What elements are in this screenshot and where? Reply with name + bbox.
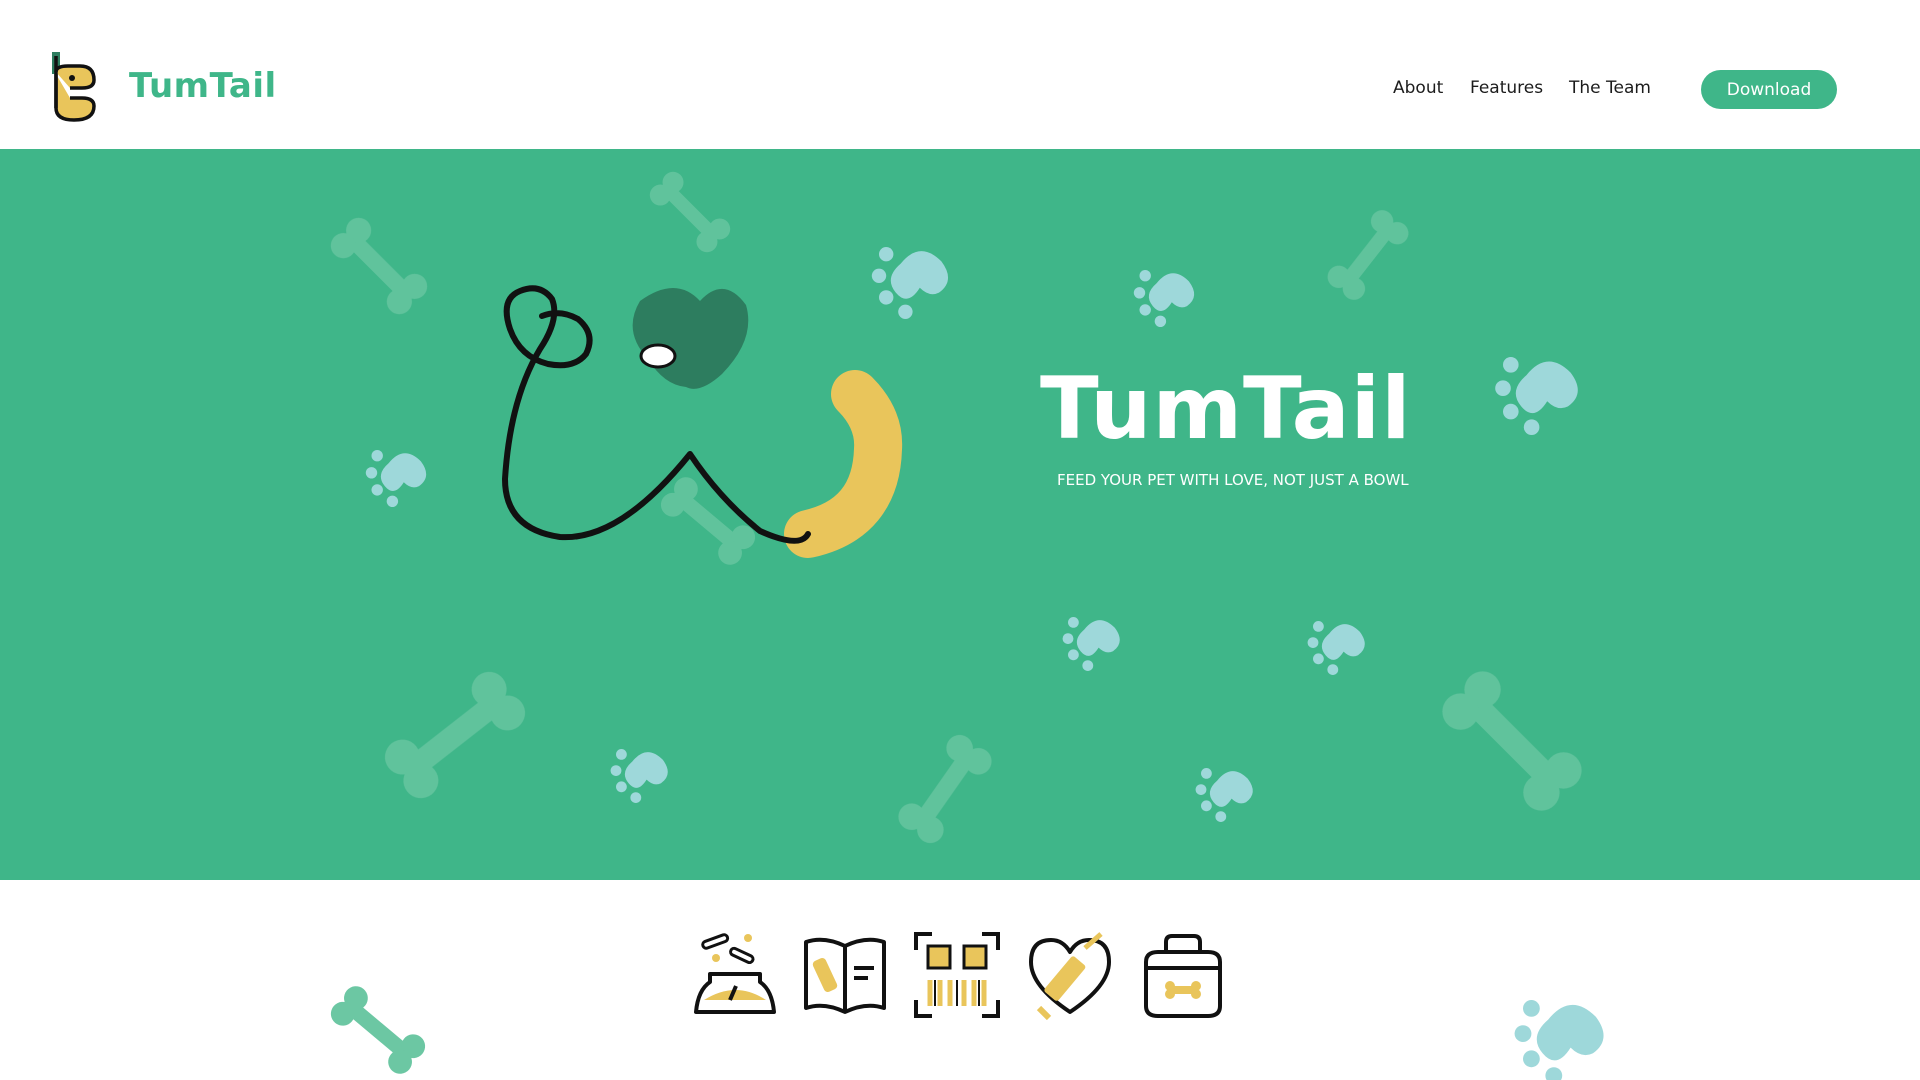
hero-title: TumTail	[1040, 359, 1412, 459]
paw-icon	[1495, 357, 1578, 435]
bone-icon	[893, 729, 997, 849]
food-bowl-icon[interactable]	[690, 930, 780, 1020]
recipe-book-icon[interactable]	[800, 930, 890, 1020]
paw-icon	[1195, 768, 1253, 822]
nav-features[interactable]: Features	[1470, 78, 1543, 98]
paw-icon	[871, 247, 949, 319]
paw-icon	[1062, 617, 1120, 671]
paw-icon	[1133, 270, 1195, 327]
bone-icon	[645, 167, 735, 257]
paw-icon	[1514, 1000, 1604, 1080]
qr-code-scan-icon[interactable]	[912, 930, 1002, 1020]
paw-icon	[365, 450, 427, 507]
pet-carrier-icon[interactable]	[1138, 930, 1228, 1020]
nav-about[interactable]: About	[1393, 78, 1443, 98]
site-header: TumTail About Features The Team Download	[0, 0, 1920, 149]
hero-section: TumTail FEED YOUR PET WITH LOVE, NOT JUS…	[0, 149, 1920, 880]
tumtail-dog-logo-icon[interactable]	[50, 52, 100, 126]
nav-the-team[interactable]: The Team	[1569, 78, 1651, 98]
brand-name[interactable]: TumTail	[129, 66, 277, 106]
bone-icon	[1434, 663, 1590, 819]
bone-icon	[330, 986, 426, 1074]
bone-icon	[377, 664, 533, 806]
paw-icon	[610, 749, 668, 803]
heart-vaccine-icon[interactable]	[1025, 930, 1115, 1020]
bone-icon	[325, 212, 433, 320]
hero-tagline: FEED YOUR PET WITH LOVE, NOT JUST A BOWL	[1057, 471, 1409, 489]
bone-icon	[1323, 205, 1413, 305]
paw-icon	[1307, 621, 1365, 675]
hero-background-pattern	[325, 167, 1590, 849]
download-button[interactable]: Download	[1701, 70, 1837, 109]
